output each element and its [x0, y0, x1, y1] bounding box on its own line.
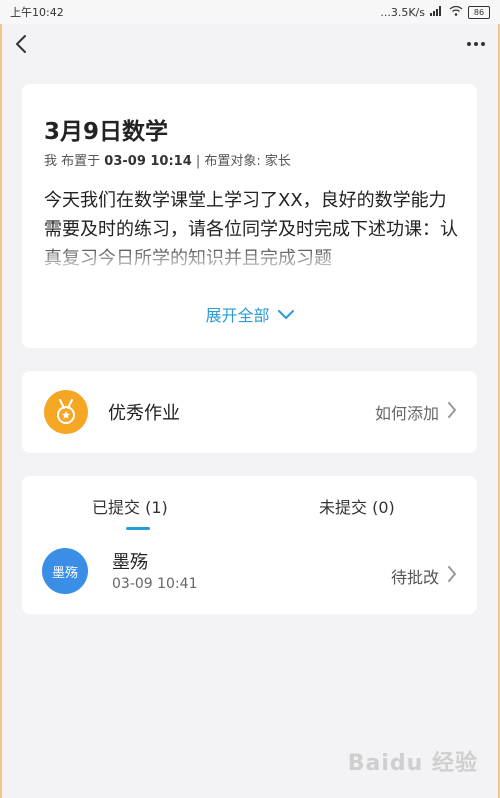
- meta-datetime: 03-09 10:14: [104, 154, 192, 169]
- battery-icon: 86: [468, 5, 490, 19]
- wifi-icon: [449, 5, 463, 19]
- frame-border-left: [0, 0, 2, 798]
- review-status[interactable]: 待批改: [391, 564, 457, 588]
- homework-title: 3月9日数学: [44, 119, 169, 145]
- student-name: 墨殇: [112, 552, 148, 573]
- medal-icon: [44, 390, 88, 434]
- text-fade: [22, 244, 477, 276]
- tab-submitted[interactable]: 已提交 (1): [92, 494, 168, 518]
- excellent-homework-card[interactable]: 优秀作业 如何添加: [22, 371, 477, 453]
- submissions-card: 已提交 (1) 未提交 (0) 墨殇 墨殇 03-09 10:41 待批改: [22, 476, 477, 614]
- active-tab-indicator: [126, 527, 150, 530]
- status-time: 上午10:42: [10, 6, 64, 19]
- back-arrow-icon[interactable]: [14, 34, 30, 54]
- how-to-add-link[interactable]: 如何添加: [375, 400, 457, 424]
- chevron-down-icon: [277, 305, 294, 324]
- status-indicators: ...3.5K/s 86: [380, 5, 490, 19]
- watermark: Baidu 经验: [347, 751, 478, 776]
- status-bar: 上午10:42 ...3.5K/s 86: [0, 0, 500, 24]
- meta-prefix: 我 布置于: [44, 154, 101, 169]
- homework-card: 3月9日数学 我 布置于 03-09 10:14 | 布置对象: 家长 今天我们…: [22, 84, 477, 348]
- expand-all-button[interactable]: 展开全部: [22, 302, 477, 326]
- homework-meta: 我 布置于 03-09 10:14 | 布置对象: 家长: [44, 150, 291, 169]
- chevron-right-icon: [447, 402, 457, 422]
- submission-time: 03-09 10:41: [112, 576, 198, 592]
- chevron-right-icon: [447, 566, 457, 586]
- nav-bar: [0, 24, 500, 64]
- signal-icon: [430, 5, 444, 19]
- tab-unsubmitted[interactable]: 未提交 (0): [319, 494, 395, 518]
- excellent-homework-label: 优秀作业: [108, 403, 180, 424]
- how-to-add-label: 如何添加: [374, 404, 439, 423]
- more-icon[interactable]: [466, 41, 486, 47]
- meta-target: | 布置对象: 家长: [195, 154, 291, 169]
- review-status-label: 待批改: [390, 568, 439, 587]
- avatar: 墨殇: [42, 548, 88, 594]
- expand-all-label: 展开全部: [205, 306, 270, 325]
- network-speed: ...3.5K/s: [380, 5, 425, 19]
